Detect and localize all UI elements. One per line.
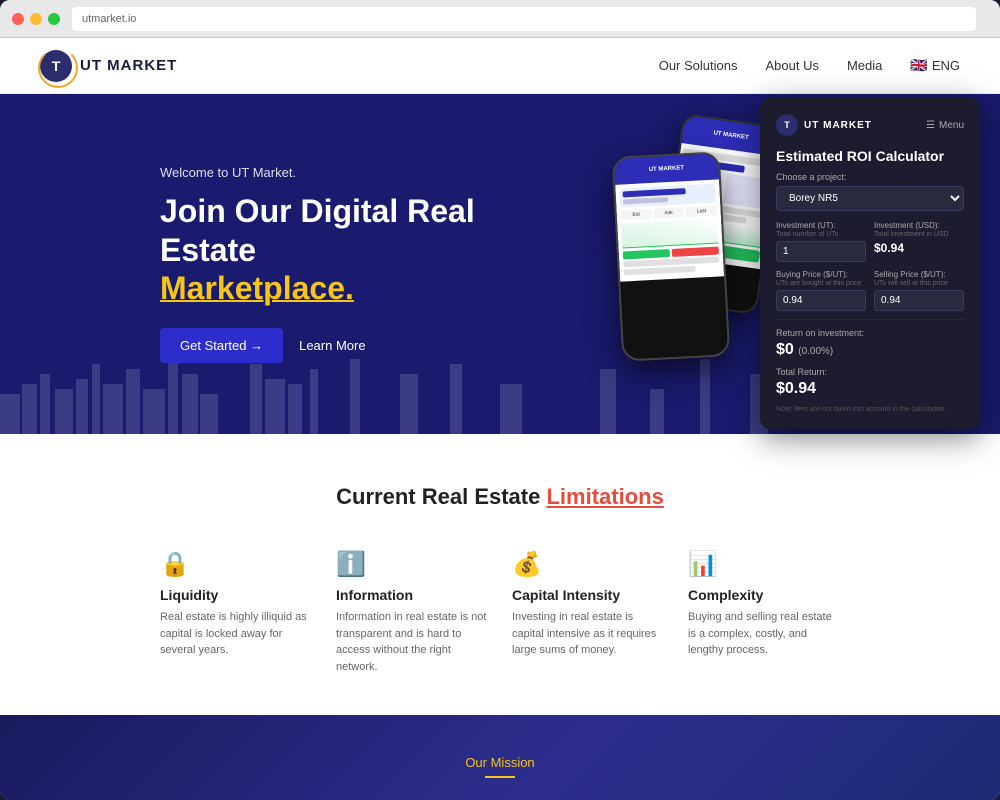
hero-title-highlight: Marketplace. [160,270,354,306]
roi-investment-usd-value: $0.94 [874,241,964,255]
nav-about-us[interactable]: About Us [765,58,818,73]
complexity-icon: 📊 [688,550,840,579]
limitation-capital-desc: Investing in real estate is capital inte… [512,609,664,659]
url-text: utmarket.io [82,13,136,25]
mission-underline [485,776,515,778]
limitation-complexity-desc: Buying and selling real estate is a comp… [688,609,840,659]
get-started-button[interactable]: Get Started → [160,328,283,363]
limitation-complexity-title: Complexity [688,587,840,603]
maximize-dot[interactable] [48,13,60,25]
browser-dots [12,13,60,25]
nav-media[interactable]: Media [847,58,882,73]
language-label: ENG [932,58,960,73]
roi-investment-usd-field: Investment (USD): Total investment in US… [874,221,964,262]
logo-icon [40,50,72,82]
hero-title-line1: Join Our Digital Real Estate [160,193,475,267]
roi-note: Note: fees are not taken into account in… [776,406,964,413]
roi-return-value-row: $0 (0.00%) [776,341,964,359]
limitation-capital-title: Capital Intensity [512,587,664,603]
limitation-information-desc: Information in real estate is not transp… [336,609,488,675]
roi-selling-sublabel: UTs will sell at this price [874,280,964,287]
hamburger-icon: ☰ [926,120,935,131]
roi-total-label: Total Return: [776,367,964,377]
roi-project-select[interactable]: Borey NR5Project AProject B [776,186,964,211]
roi-buying-sublabel: UTs are bought at this price [776,280,866,287]
information-icon: ℹ️ [336,550,488,579]
roi-buying-input[interactable] [776,290,866,311]
nav-links: Our Solutions About Us Media 🇬🇧 ENG [659,57,960,74]
minimize-dot[interactable] [30,13,42,25]
roi-logo-icon: T [776,114,798,136]
roi-selling-price-field: Selling Price ($/UT): UTs will sell at t… [874,270,964,311]
hero-title: Join Our Digital Real Estate Marketplace… [160,192,540,307]
roi-logo: T UT MARKET [776,114,872,136]
roi-widget-header: T UT MARKET ☰ Menu [776,114,964,136]
roi-investment-row: Investment (UT): Total number of UTs Inv… [776,221,964,262]
hero-buttons: Get Started → Learn More [160,328,540,363]
logo-text: UT MARKET [80,57,177,74]
learn-more-button[interactable]: Learn More [299,338,365,353]
hero-welcome: Welcome to UT Market. [160,165,540,180]
site-wrapper: UT MARKET Our Solutions About Us Media 🇬… [0,38,1000,800]
nav-our-solutions[interactable]: Our Solutions [659,58,738,73]
roi-investment-ut-sublabel: Total number of UTs [776,231,866,238]
roi-buying-price-field: Buying Price ($/UT): UTs are bought at t… [776,270,866,311]
limitation-liquidity: 🔒 Liquidity Real estate is highly illiqu… [160,550,312,675]
capital-icon: 💰 [512,550,664,579]
liquidity-icon: 🔒 [160,550,312,579]
close-dot[interactable] [12,13,24,25]
roi-menu-label: Menu [939,120,964,131]
limitations-grid: 🔒 Liquidity Real estate is highly illiqu… [160,550,840,675]
roi-choose-project-label: Choose a project: [776,172,964,182]
browser-frame: utmarket.io UT MARKET Our Solutions Abou… [0,0,1000,800]
roi-selling-label: Selling Price ($/UT): [874,270,964,279]
limitation-information: ℹ️ Information Information in real estat… [336,550,488,675]
roi-total-value: $0.94 [776,380,964,398]
navbar: UT MARKET Our Solutions About Us Media 🇬… [0,38,1000,94]
mission-section: Our Mission We create a more liquid, tra… [0,715,1000,800]
nav-language[interactable]: 🇬🇧 ENG [910,57,960,74]
limitations-title-highlight: Limitations [546,484,663,509]
limitation-liquidity-title: Liquidity [160,587,312,603]
roi-return-value: $0 [776,341,794,358]
limitation-information-title: Information [336,587,488,603]
phone-front: UT MARKET Bid Ask Last [612,151,731,361]
limitations-title-prefix: Current Real Estate [336,484,540,509]
roi-investment-ut-input[interactable] [776,241,866,262]
hero-phones: UT MARKET [600,109,780,389]
roi-investment-usd-sublabel: Total investment in USD [874,231,964,238]
limitation-capital: 💰 Capital Intensity Investing in real es… [512,550,664,675]
roi-price-row: Buying Price ($/UT): UTs are bought at t… [776,270,964,311]
roi-divider [776,319,964,320]
url-bar[interactable]: utmarket.io [72,7,976,31]
flag-icon: 🇬🇧 [910,57,927,74]
limitation-liquidity-desc: Real estate is highly illiquid as capita… [160,609,312,659]
browser-chrome: utmarket.io [0,0,1000,38]
mission-label: Our Mission [40,755,960,770]
roi-title: Estimated ROI Calculator [776,148,964,164]
roi-investment-ut-label: Investment (UT): [776,221,866,230]
roi-investment-usd-label: Investment (USD): [874,221,964,230]
roi-return-pct: (0.00%) [798,346,833,357]
roi-buying-label: Buying Price ($/UT): [776,270,866,279]
limitations-title: Current Real Estate Limitations [40,484,960,510]
roi-selling-input[interactable] [874,290,964,311]
roi-investment-ut-field: Investment (UT): Total number of UTs [776,221,866,262]
limitations-section: Current Real Estate Limitations 🔒 Liquid… [0,434,1000,715]
nav-logo: UT MARKET [40,50,177,82]
roi-menu-button[interactable]: ☰ Menu [926,120,964,131]
limitation-complexity: 📊 Complexity Buying and selling real est… [688,550,840,675]
roi-logo-text: UT MARKET [804,120,872,131]
roi-return-label: Return on investment: [776,328,964,338]
hero-content: Welcome to UT Market. Join Our Digital R… [160,165,540,362]
roi-calculator-widget: T UT MARKET ☰ Menu Estimated ROI Calcula… [760,98,980,429]
